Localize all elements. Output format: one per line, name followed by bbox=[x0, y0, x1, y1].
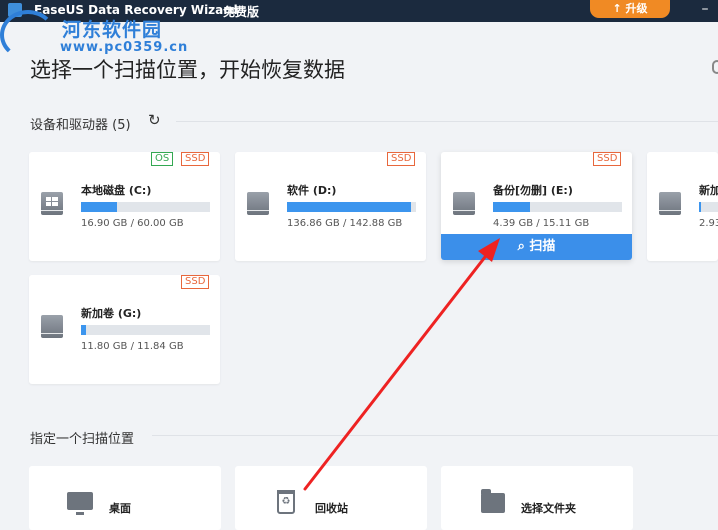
disk-icon bbox=[247, 192, 269, 215]
drive-card-d[interactable]: SSD 软件 (D:) 136.86 GB / 142.88 GB bbox=[235, 152, 426, 261]
location-desktop[interactable]: 桌面 bbox=[29, 466, 221, 530]
watermark-title: 河东软件园 bbox=[62, 19, 163, 41]
drive-card-e[interactable]: SSD 备份[勿删] (E:) 4.39 GB / 15.11 GB ⌕ 扫描 bbox=[441, 152, 632, 260]
windows-disk-icon bbox=[41, 192, 63, 215]
drive-usage-fill bbox=[699, 202, 701, 212]
ssd-badge: SSD bbox=[181, 275, 210, 289]
devices-divider bbox=[176, 121, 718, 122]
ssd-badge: SSD bbox=[593, 152, 622, 166]
drive-card-partial[interactable]: 新加 2.93 bbox=[647, 152, 718, 261]
location-label: 回收站 bbox=[315, 502, 348, 515]
drive-usage-bar bbox=[493, 202, 622, 212]
drive-name: 新加卷 (G:) bbox=[81, 307, 142, 320]
location-label: 桌面 bbox=[109, 502, 131, 515]
drive-usage-fill bbox=[287, 202, 411, 212]
drive-usage-bar bbox=[81, 202, 210, 212]
folder-icon bbox=[481, 489, 505, 513]
drive-name: 软件 (D:) bbox=[287, 184, 337, 197]
drive-usage-fill bbox=[81, 325, 87, 335]
recycle-bin-icon: ♻ bbox=[277, 490, 295, 514]
ssd-badge: SSD bbox=[181, 152, 210, 166]
monitor-icon bbox=[67, 492, 93, 515]
drive-size: 136.86 GB / 142.88 GB bbox=[287, 218, 403, 229]
drive-size: 11.80 GB / 11.84 GB bbox=[81, 341, 184, 352]
drive-size: 4.39 GB / 15.11 GB bbox=[493, 218, 590, 229]
minimize-button[interactable]: – bbox=[697, 2, 713, 18]
devices-section-title: 设备和驱动器 (5) bbox=[30, 118, 131, 133]
location-select-folder[interactable]: 选择文件夹 bbox=[441, 466, 633, 530]
upgrade-button[interactable]: ↑ 升级 bbox=[590, 0, 670, 18]
drive-usage-bar bbox=[81, 325, 210, 335]
drive-size: 2.93 bbox=[699, 218, 718, 229]
scan-button[interactable]: ⌕ 扫描 bbox=[441, 234, 632, 260]
scroll-indicator bbox=[712, 60, 718, 74]
disk-icon bbox=[41, 315, 63, 338]
disk-icon bbox=[453, 192, 475, 215]
page-title: 选择一个扫描位置，开始恢复数据 bbox=[30, 58, 345, 82]
disk-icon bbox=[659, 192, 681, 215]
drive-name: 本地磁盘 (C:) bbox=[81, 184, 152, 197]
drive-usage-fill bbox=[493, 202, 531, 212]
drive-card-c[interactable]: OS SSD 本地磁盘 (C:) 16.90 GB / 60.00 GB bbox=[29, 152, 220, 261]
os-badge: OS bbox=[151, 152, 174, 166]
drive-name: 新加 bbox=[699, 184, 718, 197]
drive-size: 16.90 GB / 60.00 GB bbox=[81, 218, 184, 229]
scan-label: 扫描 bbox=[529, 239, 556, 254]
ssd-badge: SSD bbox=[387, 152, 416, 166]
upgrade-label: 升级 bbox=[625, 2, 648, 15]
location-recycle-bin[interactable]: ♻ 回收站 bbox=[235, 466, 427, 530]
locations-section-title: 指定一个扫描位置 bbox=[30, 432, 135, 447]
drive-card-g[interactable]: SSD 新加卷 (G:) 11.80 GB / 11.84 GB bbox=[29, 275, 220, 384]
app-edition-label: 免费版 bbox=[223, 5, 260, 19]
refresh-icon[interactable]: ↻ bbox=[148, 113, 162, 128]
drive-usage-fill bbox=[81, 202, 118, 212]
location-label: 选择文件夹 bbox=[521, 502, 576, 515]
drive-name: 备份[勿删] (E:) bbox=[493, 184, 573, 197]
drive-usage-bar bbox=[699, 202, 718, 212]
watermark-logo bbox=[0, 10, 56, 60]
watermark-url: www.pc0359.cn bbox=[60, 40, 189, 55]
drive-usage-bar bbox=[287, 202, 416, 212]
locations-divider bbox=[152, 435, 718, 436]
scan-icon: ⌕ bbox=[517, 239, 530, 254]
